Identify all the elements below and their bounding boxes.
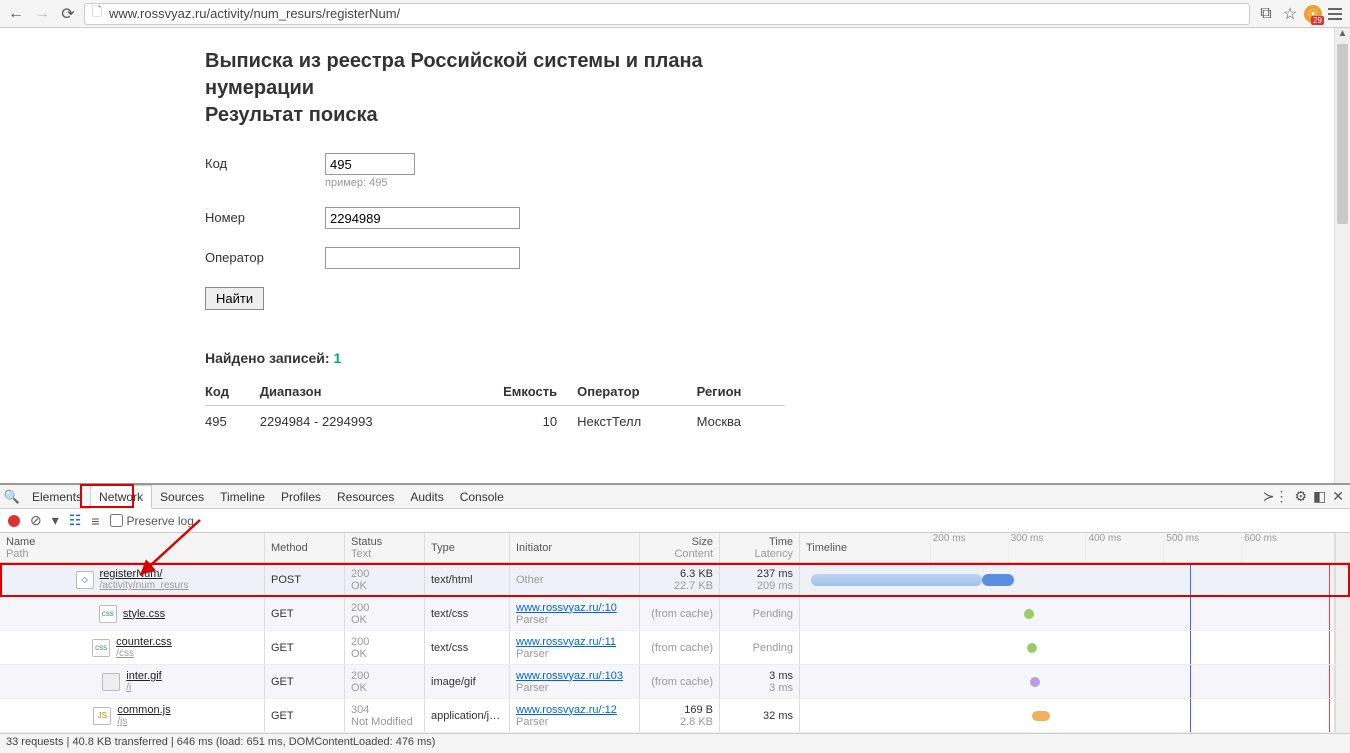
bookmark-star-icon[interactable]: ☆ bbox=[1280, 4, 1300, 24]
label-operator: Оператор bbox=[205, 247, 325, 265]
preserve-log-checkbox[interactable]: Preserve log bbox=[110, 514, 194, 528]
view-icon[interactable]: ☷ bbox=[69, 512, 82, 529]
tab-elements[interactable]: Elements bbox=[24, 485, 90, 509]
url-text: www.rossvyaz.ru/activity/num_resurs/regi… bbox=[109, 6, 400, 21]
devtools-tabs: 🔍 Elements Network Sources Timeline Prof… bbox=[0, 485, 1350, 509]
th-code: Код bbox=[205, 378, 260, 406]
forward-button[interactable]: → bbox=[32, 4, 52, 24]
copy-icon[interactable]: ⧉ bbox=[1256, 4, 1276, 24]
find-button[interactable]: Найти bbox=[205, 287, 264, 310]
results-table: Код Диапазон Емкость Оператор Регион 495… bbox=[205, 378, 785, 437]
extension-badge: 29 bbox=[1311, 16, 1324, 25]
dock-icon[interactable]: ◧ bbox=[1313, 488, 1326, 505]
drawer-icon[interactable]: ≻⋮ bbox=[1263, 488, 1289, 505]
hint-code: пример: 495 bbox=[325, 177, 415, 189]
network-row[interactable]: JScommon.js/jsGET304Not Modifiedapplicat… bbox=[0, 699, 1350, 733]
tab-audits[interactable]: Audits bbox=[402, 485, 451, 509]
th-range: Диапазон bbox=[260, 378, 458, 406]
network-table-header: NamePath Method StatusText Type Initiato… bbox=[0, 533, 1350, 563]
label-number: Номер bbox=[205, 207, 325, 225]
tab-console[interactable]: Console bbox=[452, 485, 512, 509]
network-status-bar: 33 requests | 40.8 KB transferred | 646 … bbox=[0, 733, 1350, 753]
inspect-icon[interactable]: 🔍 bbox=[0, 489, 24, 505]
page-content: Выписка из реестра Российской системы и … bbox=[0, 28, 1334, 457]
tab-network[interactable]: Network bbox=[90, 485, 152, 509]
tab-profiles[interactable]: Profiles bbox=[273, 485, 329, 509]
network-toolbar: ⊘ ▾ ☷ ≡ Preserve log bbox=[0, 509, 1350, 533]
reload-button[interactable]: ⟳ bbox=[58, 4, 78, 24]
tab-timeline[interactable]: Timeline bbox=[212, 485, 273, 509]
input-code[interactable] bbox=[325, 153, 415, 175]
back-button[interactable]: ← bbox=[6, 4, 26, 24]
browser-menu-icon[interactable] bbox=[1326, 5, 1344, 23]
th-operator: Оператор bbox=[577, 378, 697, 406]
tab-sources[interactable]: Sources bbox=[152, 485, 212, 509]
th-region: Регион bbox=[697, 378, 785, 406]
close-devtools-icon[interactable]: ✕ bbox=[1332, 488, 1344, 505]
browser-toolbar: ← → ⟳ 🗋 www.rossvyaz.ru/activity/num_res… bbox=[0, 0, 1350, 28]
page-icon: 🗋 bbox=[89, 3, 105, 25]
view2-icon[interactable]: ≡ bbox=[91, 513, 99, 529]
clear-icon[interactable]: ⊘ bbox=[30, 512, 42, 529]
page-title: Выписка из реестра Российской системы и … bbox=[205, 48, 805, 129]
devtools-panel: 🔍 Elements Network Sources Timeline Prof… bbox=[0, 483, 1350, 753]
network-row[interactable]: cssstyle.cssGET200OKtext/csswww.rossvyaz… bbox=[0, 597, 1350, 631]
tab-resources[interactable]: Resources bbox=[329, 485, 402, 509]
input-operator[interactable] bbox=[325, 247, 520, 269]
filter-icon[interactable]: ▾ bbox=[52, 512, 59, 529]
record-button[interactable] bbox=[8, 515, 20, 527]
table-row: 495 2294984 - 2294993 10 НекстТелл Москв… bbox=[205, 406, 785, 438]
th-capacity: Емкость bbox=[458, 378, 577, 406]
network-row[interactable]: registerNum//activity/num_resursPOST200O… bbox=[0, 563, 1350, 597]
page-scrollbar[interactable]: ▲ bbox=[1334, 28, 1350, 483]
network-row[interactable]: inter.gif/iGET200OKimage/gifwww.rossvyaz… bbox=[0, 665, 1350, 699]
label-code: Код bbox=[205, 153, 325, 171]
extension-icon[interactable]: ⦿29 bbox=[1304, 5, 1322, 23]
settings-gear-icon[interactable]: ⚙ bbox=[1294, 488, 1307, 505]
address-bar[interactable]: 🗋 www.rossvyaz.ru/activity/num_resurs/re… bbox=[84, 3, 1250, 25]
found-count: Найдено записей: 1 bbox=[205, 350, 1334, 366]
network-row[interactable]: csscounter.css/cssGET200OKtext/csswww.ro… bbox=[0, 631, 1350, 665]
input-number[interactable] bbox=[325, 207, 520, 229]
network-rows: registerNum//activity/num_resursPOST200O… bbox=[0, 563, 1350, 733]
